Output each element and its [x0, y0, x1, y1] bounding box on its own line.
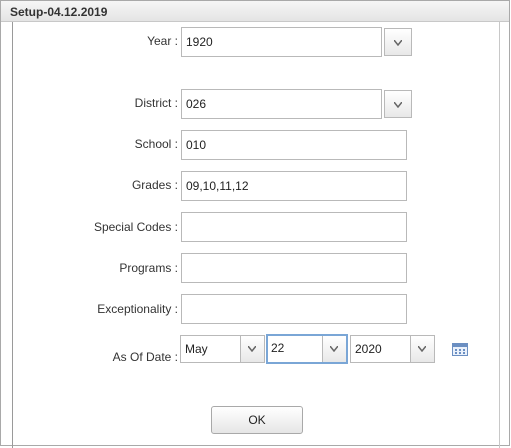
window-title: Setup-04.12.2019 — [10, 5, 108, 19]
year-select[interactable]: 1920 — [181, 27, 382, 57]
year-dropdown-button[interactable] — [384, 28, 412, 56]
month-select[interactable]: May — [180, 335, 265, 363]
as-of-date-label: As Of Date : — [112, 350, 178, 364]
chevron-down-icon — [330, 346, 338, 352]
setup-dialog: Setup-04.12.2019 Year : 1920 District : … — [0, 0, 510, 448]
date-year-value: 2020 — [355, 342, 382, 356]
special-codes-label: Special Codes : — [93, 220, 178, 234]
district-dropdown-button[interactable] — [384, 90, 412, 118]
chevron-down-icon — [248, 346, 256, 352]
chevron-down-icon — [394, 40, 402, 46]
calendar-icon[interactable] — [452, 343, 468, 356]
setup-form: Year : 1920 District : 026 School : 010 … — [12, 22, 500, 448]
title-bar: Setup-04.12.2019 — [1, 1, 509, 22]
exceptionality-label: Exceptionality : — [97, 302, 178, 316]
programs-field[interactable] — [181, 253, 407, 283]
chevron-down-icon — [418, 346, 426, 352]
programs-label: Programs : — [119, 261, 178, 275]
day-dropdown-button[interactable] — [322, 336, 346, 362]
day-value: 22 — [271, 341, 285, 355]
day-select[interactable]: 22 — [266, 334, 348, 364]
year-date-select[interactable]: 2020 — [350, 335, 435, 363]
school-label: School : — [134, 137, 178, 151]
year-label: Year : — [147, 34, 178, 48]
month-dropdown-button[interactable] — [240, 336, 264, 362]
district-label: District : — [134, 96, 178, 110]
ok-button[interactable]: OK — [211, 406, 303, 434]
year-date-dropdown-button[interactable] — [410, 336, 434, 362]
exceptionality-field[interactable] — [181, 294, 407, 324]
district-select[interactable]: 026 — [181, 89, 382, 119]
grades-label: Grades : — [131, 178, 178, 192]
school-field[interactable]: 010 — [181, 130, 407, 160]
month-value: May — [185, 342, 208, 356]
grades-field[interactable]: 09,10,11,12 — [181, 171, 407, 201]
chevron-down-icon — [394, 102, 402, 108]
special-codes-field[interactable] — [181, 212, 407, 242]
